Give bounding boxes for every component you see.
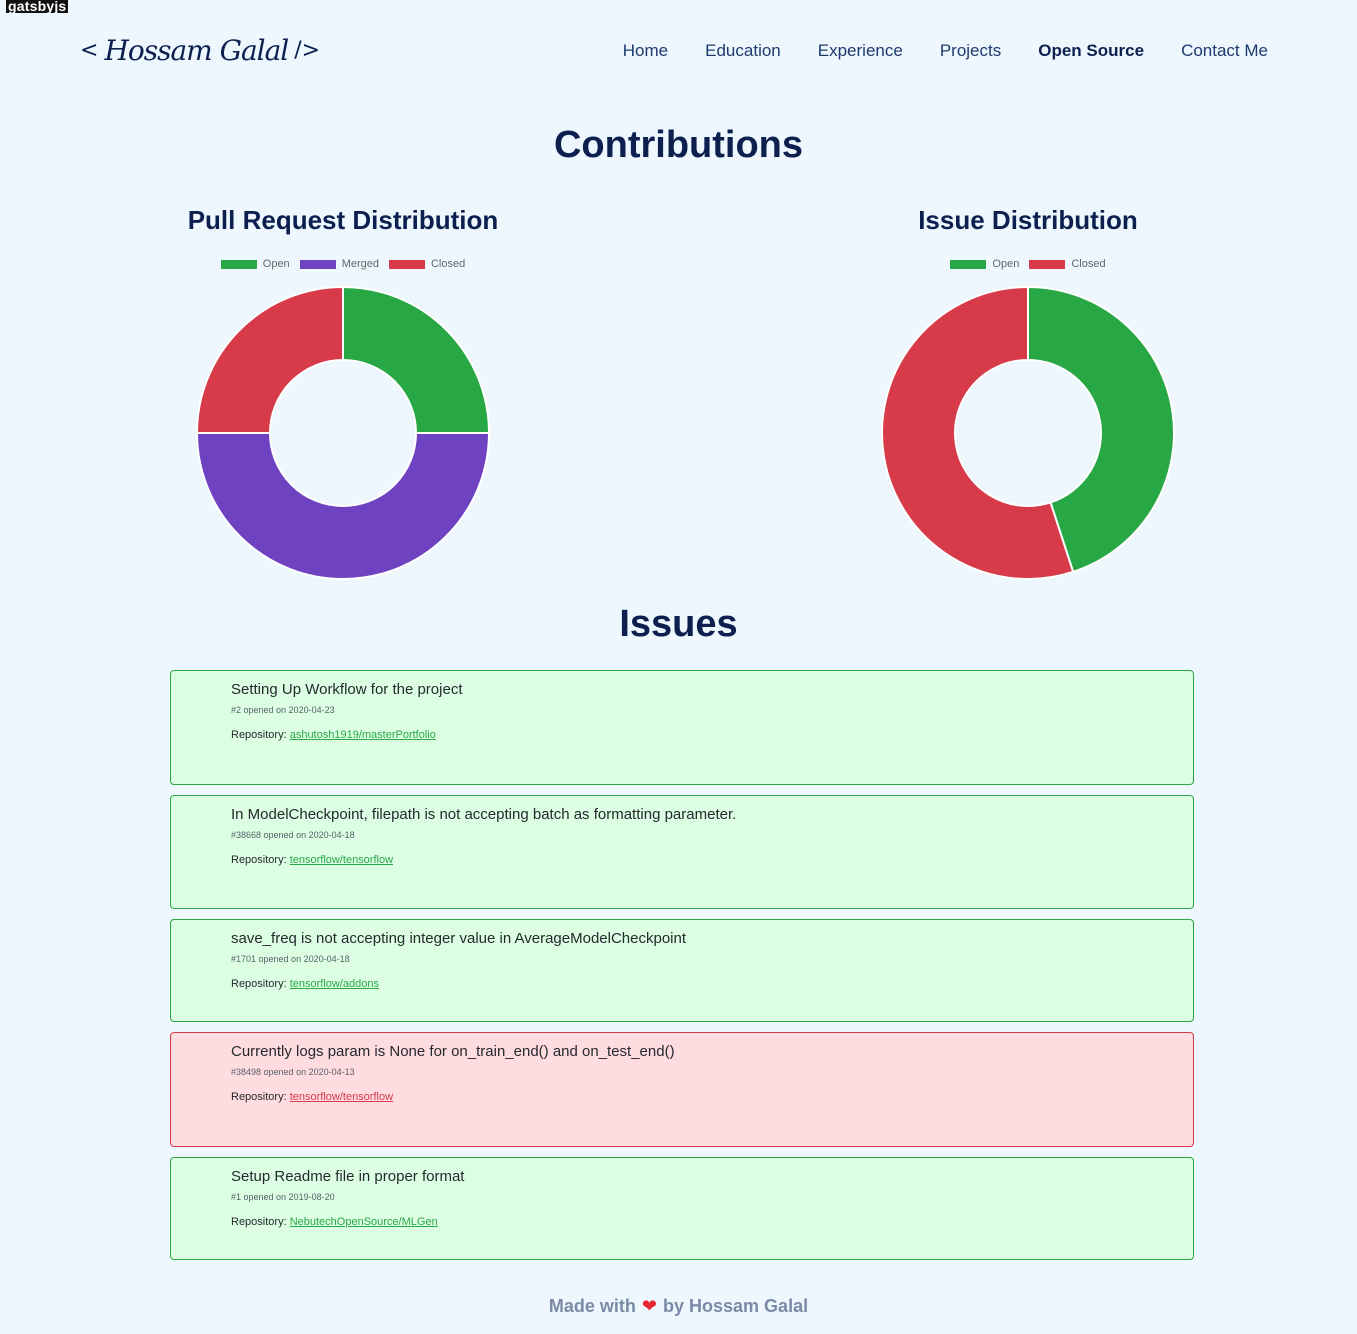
- pr-chart-legend: Open Merged Closed: [133, 257, 553, 271]
- footer: Made with ❤ by Hossam Galal: [0, 1296, 1357, 1317]
- framework-badge: gatsbyjs: [6, 0, 69, 14]
- legend-swatch-merged: [299, 259, 336, 269]
- issue-title: Setting Up Workflow for the project: [231, 681, 463, 698]
- repo-label: Repository:: [231, 1091, 290, 1103]
- nav-contact-me[interactable]: Contact Me: [1181, 40, 1268, 62]
- logo-close-bracket: />: [294, 37, 321, 63]
- legend-item-open[interactable]: Open: [950, 258, 1019, 270]
- issue-card[interactable]: save_freq is not accepting integer value…: [170, 919, 1194, 1022]
- issue-meta: #1 opened on 2019-08-20: [231, 1192, 335, 1202]
- legend-item-closed[interactable]: Closed: [1029, 258, 1106, 270]
- nav-projects[interactable]: Projects: [940, 40, 1001, 62]
- nav-home[interactable]: Home: [623, 40, 668, 62]
- issues-title: Issues: [619, 603, 738, 645]
- heart-icon: ❤: [641, 1296, 658, 1316]
- repo-label: Repository:: [231, 729, 290, 741]
- repo-link[interactable]: tensorflow/tensorflow: [290, 1091, 393, 1103]
- repo-link[interactable]: tensorflow/tensorflow: [290, 854, 393, 866]
- issue-card[interactable]: Setup Readme file in proper format #1 op…: [170, 1157, 1194, 1260]
- legend-label-open: Open: [992, 258, 1020, 270]
- issue-meta: #38498 opened on 2020-04-13: [231, 1067, 355, 1077]
- footer-made-with: Made with: [548, 1296, 636, 1316]
- issue-distribution-chart: Issue Distribution Open Closed: [818, 205, 1238, 580]
- nav-experience[interactable]: Experience: [818, 40, 903, 62]
- repo-link[interactable]: ashutosh1919/masterPortfolio: [290, 729, 436, 741]
- issue-meta: #2 opened on 2020-04-23: [231, 705, 335, 715]
- nav-open-source[interactable]: Open Source: [1038, 40, 1144, 62]
- logo-signature: Hossam Galal: [104, 33, 289, 67]
- legend-item-merged[interactable]: Merged: [299, 258, 379, 270]
- issue-meta: #38668 opened on 2020-04-18: [231, 830, 355, 840]
- legend-label-closed: Closed: [430, 258, 466, 270]
- footer-author: by Hossam Galal: [663, 1296, 809, 1316]
- nav-education[interactable]: Education: [705, 40, 781, 62]
- slice-merged[interactable]: [195, 432, 491, 580]
- issue-title: Setup Readme file in proper format: [231, 1168, 465, 1185]
- issue-chart-legend: Open Closed: [818, 257, 1238, 271]
- issue-title: save_freq is not accepting integer value…: [231, 930, 687, 947]
- issue-title: In ModelCheckpoint, filepath is not acce…: [231, 806, 737, 823]
- issue-card[interactable]: Setting Up Workflow for the project #2 o…: [170, 670, 1194, 785]
- repo-link[interactable]: NebutechOpenSource/MLGen: [290, 1216, 438, 1228]
- legend-label-merged: Merged: [341, 258, 379, 270]
- issue-meta: #1701 opened on 2020-04-18: [231, 954, 350, 964]
- main-nav: Home Education Experience Projects Open …: [586, 40, 1268, 62]
- contributions-title: Contributions: [553, 124, 804, 166]
- legend-label-closed: Closed: [1071, 258, 1106, 270]
- issue-repo: Repository: NebutechOpenSource/MLGen: [231, 1216, 1133, 1228]
- issue-title: Currently logs param is None for on_trai…: [231, 1043, 675, 1060]
- issue-donut: [881, 285, 1175, 580]
- legend-swatch-closed: [388, 259, 425, 269]
- pr-chart-title: Pull Request Distribution: [187, 205, 499, 235]
- issue-repo: Repository: tensorflow/tensorflow: [231, 1091, 1133, 1103]
- pr-donut: [195, 285, 491, 580]
- legend-label-open: Open: [262, 258, 290, 270]
- logo-open-bracket: <: [80, 37, 99, 63]
- legend-item-open[interactable]: Open: [220, 258, 290, 270]
- issue-repo: Repository: ashutosh1919/masterPortfolio: [231, 729, 1133, 741]
- legend-swatch-open: [950, 259, 987, 269]
- legend-item-closed[interactable]: Closed: [388, 258, 466, 270]
- repo-link[interactable]: tensorflow/addons: [290, 978, 379, 990]
- issue-card[interactable]: In ModelCheckpoint, filepath is not acce…: [170, 795, 1194, 909]
- slice-closed[interactable]: [195, 285, 344, 434]
- issues-list: Setting Up Workflow for the project #2 o…: [170, 670, 1194, 1270]
- site-logo[interactable]: < Hossam Galal />: [80, 30, 320, 70]
- legend-swatch-open: [220, 259, 257, 269]
- slice-open[interactable]: [342, 285, 491, 434]
- pr-distribution-chart: Pull Request Distribution Open Merged Cl…: [133, 205, 553, 580]
- issue-card[interactable]: Currently logs param is None for on_trai…: [170, 1032, 1194, 1147]
- issue-chart-title: Issue Distribution: [918, 205, 1138, 235]
- repo-label: Repository:: [231, 978, 290, 990]
- issue-repo: Repository: tensorflow/tensorflow: [231, 854, 1133, 866]
- issue-repo: Repository: tensorflow/addons: [231, 978, 1133, 990]
- repo-label: Repository:: [231, 1216, 290, 1228]
- repo-label: Repository:: [231, 854, 290, 866]
- legend-swatch-closed: [1029, 259, 1066, 269]
